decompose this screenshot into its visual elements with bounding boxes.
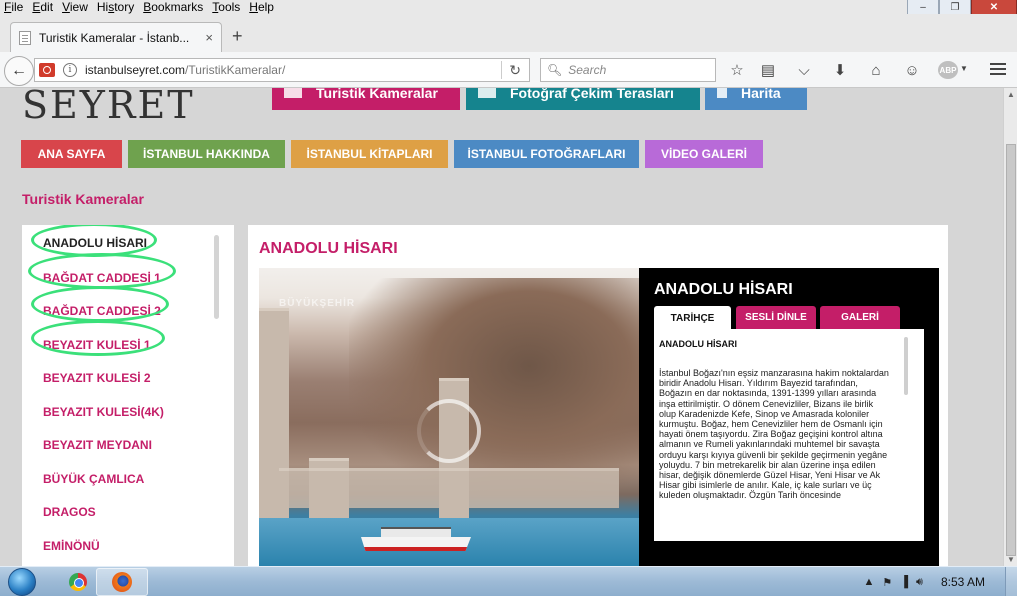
menu-view[interactable]: View: [58, 0, 93, 14]
tab-close-icon[interactable]: ×: [205, 30, 213, 45]
menu-bar: File Edit View History Bookmarks Tools H…: [0, 0, 1017, 14]
menu-help[interactable]: Help: [245, 0, 279, 14]
scrollbar-thumb[interactable]: [1006, 144, 1016, 556]
photo-hillside: [349, 278, 639, 498]
pocket-icon[interactable]: ⌵: [795, 61, 813, 79]
menu-edit[interactable]: Edit: [28, 0, 58, 14]
fotograf-cekim-button[interactable]: Fotoğraf Çekim Terasları: [466, 88, 700, 110]
tab-galeri[interactable]: GALERİ: [820, 306, 900, 329]
camera-list-item[interactable]: BAĞDAT CADDESİ 1: [43, 271, 161, 285]
camera-panel: ANADOLU HİSARI BÜYÜKŞEHİR ANADOLU HİSARI…: [248, 225, 948, 566]
photo-camera-icon: [478, 88, 496, 98]
windows-logo-icon: [8, 568, 36, 596]
page-content: SEYRET Turistik Kameralar Fotoğraf Çekim…: [0, 88, 1003, 566]
search-icon: 🔍︎: [547, 63, 563, 77]
tab-title: Turistik Kameralar - İstanb...: [39, 30, 190, 45]
turistik-kameralar-button[interactable]: Turistik Kameralar: [272, 88, 460, 110]
start-button[interactable]: [4, 567, 40, 596]
show-desktop-button[interactable]: [1005, 567, 1017, 596]
camera-list-item[interactable]: BÜYÜK ÇAMLICA: [43, 472, 144, 486]
nav-istanbul-fotograflari[interactable]: İSTANBUL FOTOĞRAFLARI: [454, 140, 639, 168]
tab-sesli-dinle[interactable]: SESLİ DİNLE: [736, 306, 816, 329]
camera-title: ANADOLU HİSARI: [259, 240, 398, 257]
loading-spinner-icon: [417, 399, 481, 463]
menu-tools[interactable]: Tools: [208, 0, 245, 14]
back-arrow-icon: ←: [11, 62, 27, 79]
scroll-up-icon[interactable]: ▲: [1007, 90, 1015, 99]
network-icon[interactable]: ▐: [900, 576, 908, 588]
site-logo[interactable]: SEYRET: [22, 88, 195, 124]
tab-tarihce[interactable]: TARİHÇE: [654, 306, 731, 331]
camera-list-item[interactable]: BEYAZIT KULESİ(4K): [43, 405, 164, 419]
info-body: ANADOLU HİSARI İstanbul Boğazı'nın eşsiz…: [654, 329, 924, 541]
adblock-dropdown-icon[interactable]: ▼: [960, 64, 968, 73]
page-scrollbar[interactable]: ▲ ▼: [1003, 88, 1017, 566]
camera-list-item[interactable]: BEYAZIT MEYDANI: [43, 438, 152, 452]
nav-istanbul-hakkinda[interactable]: İSTANBUL HAKKINDA: [128, 140, 285, 168]
action-center-icon[interactable]: ⚑: [882, 576, 892, 589]
menu-bookmarks[interactable]: Bookmarks: [139, 0, 208, 14]
search-input[interactable]: Search: [568, 63, 606, 77]
smiley-icon[interactable]: ☺: [903, 61, 921, 79]
camera-list-item[interactable]: BEYAZIT KULESİ 1: [43, 338, 151, 352]
download-icon[interactable]: ⬇: [831, 61, 849, 79]
main-navigation: ANA SAYFA İSTANBUL HAKKINDA İSTANBUL KİT…: [21, 140, 769, 168]
tray-expand-icon[interactable]: ▲: [863, 576, 874, 588]
chrome-icon: [69, 573, 87, 591]
info-heading: ANADOLU HİSARI: [659, 339, 737, 349]
site-info-icon[interactable]: i: [63, 63, 77, 77]
url-text[interactable]: istanbulseyret.com/TuristikKameralar/: [85, 63, 285, 77]
camera-site-icon: [39, 63, 55, 77]
home-icon[interactable]: ⌂: [867, 61, 885, 79]
nav-istanbul-kitaplari[interactable]: İSTANBUL KİTAPLARI: [291, 140, 448, 168]
photo-fortress-wall: [279, 468, 619, 508]
url-divider: [501, 61, 502, 79]
nav-ana-sayfa[interactable]: ANA SAYFA: [21, 140, 122, 168]
photo-ferry: [361, 525, 471, 553]
info-text: İstanbul Boğazı'nın eşsiz manzarasına ha…: [659, 368, 889, 501]
url-bar[interactable]: i istanbulseyret.com/TuristikKameralar/ …: [34, 58, 530, 82]
photo-watermark: BÜYÜKŞEHİR: [279, 298, 356, 309]
page-favicon-icon: [19, 30, 31, 45]
hamburger-menu-icon[interactable]: [990, 63, 1006, 75]
live-camera-view[interactable]: BÜYÜKŞEHİR: [259, 268, 639, 566]
camera-list-item[interactable]: BEYAZIT KULESİ 2: [43, 371, 151, 385]
camera-list-item[interactable]: DRAGOS: [43, 505, 96, 519]
reload-icon[interactable]: ↻: [509, 62, 521, 79]
info-scrollbar[interactable]: [904, 337, 908, 395]
camera-list: ANADOLU HİSARI BAĞDAT CADDESİ 1 BAĞDAT C…: [22, 225, 234, 566]
back-button[interactable]: ←: [4, 56, 34, 86]
camera-list-item[interactable]: EMİNÖNÜ: [43, 539, 100, 553]
harita-button[interactable]: Harita: [705, 88, 807, 110]
volume-icon[interactable]: 🔊︎: [916, 576, 923, 589]
camera-icon: [284, 88, 302, 98]
map-pin-icon: [717, 88, 727, 98]
camera-list-item[interactable]: ANADOLU HİSARI: [43, 236, 147, 250]
taskbar: ▲ ⚑ ▐ 🔊︎ 8:53 AM: [0, 566, 1017, 596]
camera-list-item[interactable]: BAĞDAT CADDESİ 2: [43, 304, 161, 318]
star-icon[interactable]: ☆: [728, 61, 746, 79]
system-tray: ▲ ⚑ ▐ 🔊︎ 8:53 AM: [863, 567, 1017, 596]
reading-list-icon[interactable]: ▤: [759, 61, 777, 79]
tab-strip: Turistik Kameralar - İstanb... × +: [0, 14, 1017, 52]
browser-tab[interactable]: Turistik Kameralar - İstanb... ×: [10, 22, 222, 52]
camera-list-scrollbar[interactable]: [214, 235, 219, 319]
clock[interactable]: 8:53 AM: [941, 575, 985, 589]
info-box: ANADOLU HİSARI TARİHÇE SESLİ DİNLE GALER…: [639, 268, 939, 566]
search-bar[interactable]: 🔍︎ Search: [540, 58, 716, 82]
nav-video-galeri[interactable]: VİDEO GALERİ: [645, 140, 763, 168]
menu-file[interactable]: File: [0, 0, 28, 14]
new-tab-button[interactable]: +: [232, 26, 243, 47]
adblock-plus-icon[interactable]: ABP: [938, 61, 958, 79]
info-title: ANADOLU HİSARI: [654, 281, 793, 298]
section-title: Turistik Kameralar: [22, 191, 144, 207]
menu-history[interactable]: History: [93, 0, 139, 14]
taskbar-firefox[interactable]: [96, 568, 148, 596]
firefox-icon: [112, 572, 132, 592]
navigation-toolbar: ← i istanbulseyret.com/TuristikKameralar…: [0, 52, 1017, 88]
scroll-down-icon[interactable]: ▼: [1007, 555, 1015, 564]
